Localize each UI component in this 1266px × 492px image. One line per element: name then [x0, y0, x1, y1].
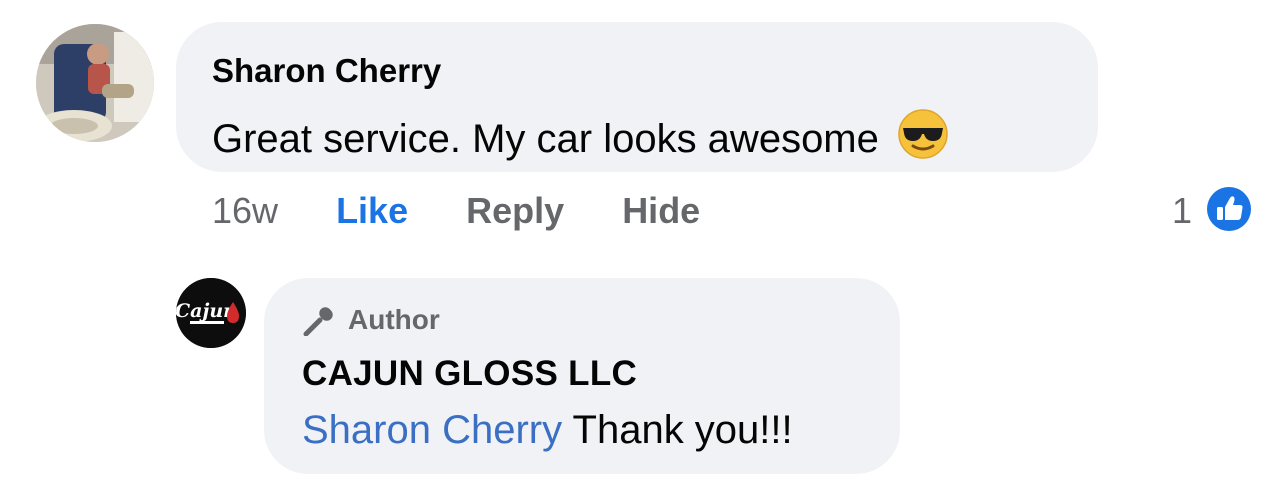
author-badge: Author — [302, 304, 440, 337]
reaction-count[interactable]: 1 — [1172, 190, 1192, 232]
thumbs-up-icon[interactable] — [1206, 186, 1252, 232]
commenter-name[interactable]: Sharon Cherry — [212, 52, 441, 90]
comment-actions: 16w Like Reply Hide — [212, 190, 748, 234]
commenter-avatar[interactable] — [36, 24, 154, 142]
reply-author-name[interactable]: CAJUN GLOSS LLC — [302, 354, 637, 394]
comment-timestamp[interactable]: 16w — [212, 190, 278, 232]
cajun-gloss-logo: Cajun — [176, 278, 246, 348]
reply-button[interactable]: Reply — [466, 190, 564, 232]
reply-body: Sharon Cherry Thank you!!! — [302, 408, 793, 453]
microphone-icon — [303, 307, 333, 337]
like-button[interactable]: Like — [336, 190, 408, 232]
reply-bubble: Author CAJUN GLOSS LLC Sharon Cherry Tha… — [264, 278, 900, 474]
hide-button[interactable]: Hide — [622, 190, 700, 232]
comment-body: Great service. My car looks awesome — [212, 108, 949, 170]
page-avatar[interactable]: Cajun — [176, 278, 246, 348]
mention-link[interactable]: Sharon Cherry — [302, 408, 562, 452]
avatar-photo — [36, 24, 154, 142]
comment-text: Great service. My car looks awesome — [212, 117, 879, 161]
comment-bubble: Sharon Cherry Great service. My car look… — [176, 22, 1098, 172]
reply-text: Thank you!!! — [562, 408, 793, 452]
author-badge-label: Author — [348, 304, 440, 335]
sunglasses-emoji-icon — [897, 108, 949, 170]
